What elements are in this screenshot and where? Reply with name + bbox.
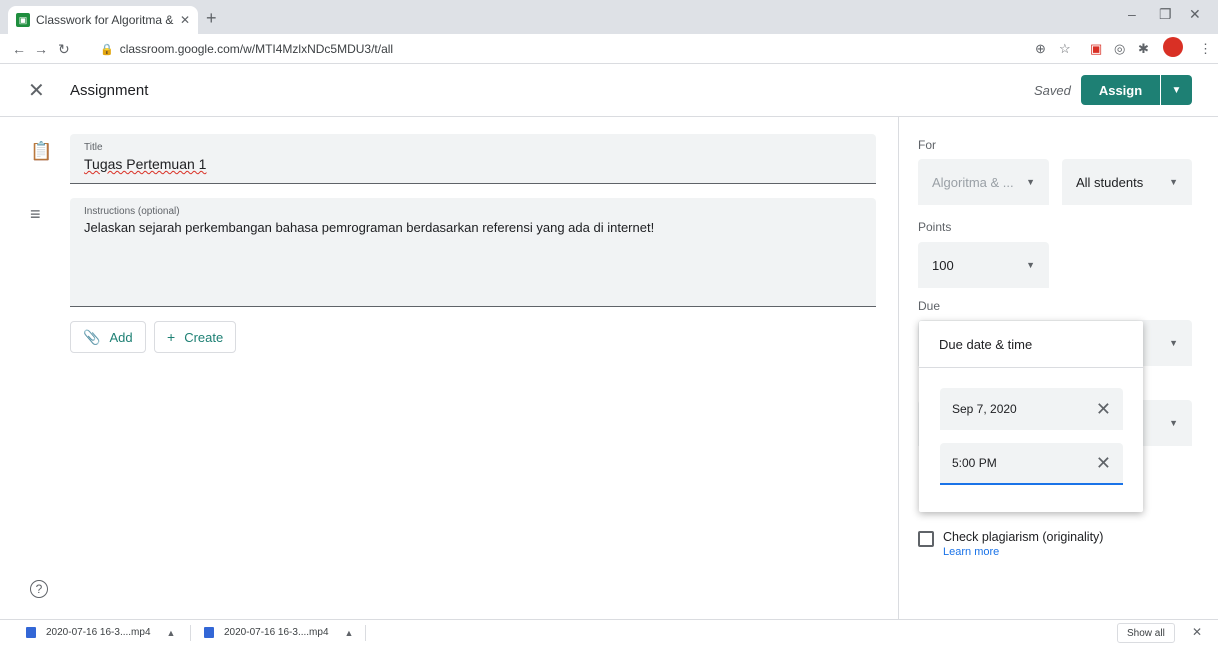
forward-icon[interactable]: → xyxy=(34,41,48,57)
classroom-favicon-icon: ▣ xyxy=(16,13,30,27)
create-label: Create xyxy=(184,329,224,345)
title-value: Tugas Pertemuan 1 xyxy=(84,156,207,172)
caret-down-icon: ▼ xyxy=(1169,338,1178,348)
extension-circle-icon[interactable]: ◎ xyxy=(1114,41,1125,57)
extensions-puzzle-icon[interactable]: ✱ xyxy=(1138,41,1149,57)
page-title: Assignment xyxy=(70,82,149,99)
due-date-popup: Due date & time Sep 7, 2020 ✕ 5:00 PM ✕ xyxy=(919,321,1143,512)
points-label: Points xyxy=(918,220,952,234)
download-filename: 2020-07-16 16-3....mp4 xyxy=(224,627,329,638)
video-file-icon xyxy=(26,627,36,638)
points-select[interactable]: 100 ▼ xyxy=(918,242,1049,288)
browser-menu-icon[interactable]: ⋮ xyxy=(1199,41,1212,57)
assign-dropdown-button[interactable]: ▼ xyxy=(1161,75,1192,105)
extension-icon[interactable]: ▣ xyxy=(1090,41,1102,57)
tab-close-icon[interactable]: ✕ xyxy=(180,13,190,27)
download-item[interactable]: 2020-07-16 16-3....mp4 ▲ xyxy=(204,627,353,638)
due-date-field[interactable]: Sep 7, 2020 ✕ xyxy=(940,388,1123,430)
tab-title: Classwork for Algoritma & Pemrog xyxy=(36,13,174,27)
lock-icon: 🔒 xyxy=(100,44,114,56)
caret-up-icon[interactable]: ▲ xyxy=(167,628,176,638)
due-time-value: 5:00 PM xyxy=(952,456,997,470)
students-select-value: All students xyxy=(1076,174,1144,190)
points-select-value: 100 xyxy=(932,257,954,273)
saved-status: Saved xyxy=(1034,83,1071,98)
download-item[interactable]: 2020-07-16 16-3....mp4 ▲ xyxy=(26,627,175,638)
download-bar: 2020-07-16 16-3....mp4 ▲ 2020-07-16 16-3… xyxy=(0,619,1218,645)
reload-icon[interactable]: ↻ xyxy=(58,41,70,58)
plagiarism-option: Check plagiarism (originality) Learn mor… xyxy=(918,530,1103,558)
title-field[interactable]: Title Tugas Pertemuan 1 xyxy=(70,134,876,184)
paperclip-icon: 📎 xyxy=(83,328,101,345)
address-bar: ← → ↻ 🔒 classroom.google.com/w/MTI4MzlxND… xyxy=(0,34,1218,64)
zoom-icon[interactable]: ⊕ xyxy=(1035,41,1046,57)
window-close-icon[interactable]: ✕ xyxy=(1189,6,1201,23)
instructions-value: Jelaskan sejarah perkembangan bahasa pem… xyxy=(84,220,655,235)
help-icon[interactable]: ? xyxy=(30,580,48,598)
caret-down-icon: ▼ xyxy=(1026,177,1035,187)
assignment-header: ✕ Assignment Saved Assign ▼ xyxy=(0,64,1218,117)
for-label: For xyxy=(918,138,936,152)
plagiarism-checkbox[interactable] xyxy=(918,531,934,547)
maximize-icon[interactable]: ❐ xyxy=(1159,6,1172,23)
caret-down-icon: ▼ xyxy=(1171,84,1182,96)
clipboard-icon: 📋 xyxy=(30,141,53,161)
caret-up-icon[interactable]: ▲ xyxy=(345,628,354,638)
class-select[interactable]: Algoritma & ... ▼ xyxy=(918,159,1049,205)
create-button[interactable]: + Create xyxy=(154,321,237,353)
popup-divider xyxy=(919,367,1143,368)
clear-time-icon[interactable]: ✕ xyxy=(1096,453,1111,474)
clear-date-icon[interactable]: ✕ xyxy=(1096,399,1111,420)
instructions-field[interactable]: Instructions (optional) Jelaskan sejarah… xyxy=(70,198,876,307)
popup-title: Due date & time xyxy=(939,337,1033,352)
title-label: Title xyxy=(84,142,103,153)
caret-down-icon: ▼ xyxy=(1026,260,1035,270)
instructions-label: Instructions (optional) xyxy=(84,206,180,217)
add-button[interactable]: 📎 Add xyxy=(70,321,146,353)
instructions-icon: ≡ xyxy=(30,204,41,224)
divider xyxy=(365,625,366,641)
plus-icon: + xyxy=(167,329,176,345)
students-select[interactable]: All students ▼ xyxy=(1062,159,1192,205)
new-tab-icon[interactable]: + xyxy=(206,8,217,29)
minimize-icon[interactable]: – xyxy=(1128,6,1136,22)
bookmark-star-icon[interactable]: ☆ xyxy=(1059,41,1071,57)
learn-more-link[interactable]: Learn more xyxy=(943,546,1103,558)
browser-tab-bar: ▣ Classwork for Algoritma & Pemrog ✕ + –… xyxy=(0,0,1218,34)
url-field[interactable]: 🔒 classroom.google.com/w/MTI4MzlxNDc5MDU3… xyxy=(100,42,393,56)
add-label: Add xyxy=(109,329,133,345)
caret-down-icon: ▼ xyxy=(1169,418,1178,428)
due-time-field[interactable]: 5:00 PM ✕ xyxy=(940,443,1123,485)
url-text: classroom.google.com/w/MTI4MzlxNDc5MDU3/… xyxy=(119,42,394,56)
close-icon[interactable]: ✕ xyxy=(28,78,45,103)
back-icon[interactable]: ← xyxy=(12,41,26,57)
video-file-icon xyxy=(204,627,214,638)
caret-down-icon: ▼ xyxy=(1169,177,1178,187)
class-select-value: Algoritma & ... xyxy=(932,174,1014,190)
profile-avatar[interactable] xyxy=(1163,37,1183,57)
due-label: Due xyxy=(918,299,941,313)
divider xyxy=(190,625,191,641)
assign-button[interactable]: Assign xyxy=(1081,75,1160,105)
show-all-button[interactable]: Show all xyxy=(1117,623,1175,643)
plagiarism-label: Check plagiarism (originality) xyxy=(943,530,1104,544)
browser-tab[interactable]: ▣ Classwork for Algoritma & Pemrog ✕ xyxy=(8,6,198,34)
due-date-value: Sep 7, 2020 xyxy=(952,402,1017,416)
close-downloads-icon[interactable]: ✕ xyxy=(1192,625,1202,639)
download-filename: 2020-07-16 16-3....mp4 xyxy=(46,627,151,638)
